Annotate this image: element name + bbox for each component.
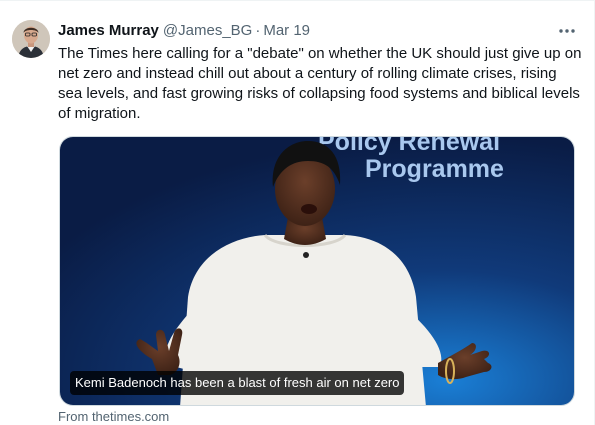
separator-dot: · (255, 22, 261, 39)
link-source[interactable]: From thetimes.com (58, 409, 169, 424)
backdrop-text-line2: Programme (365, 155, 504, 183)
tweet-header: James Murray @James_BG · Mar 19 (58, 22, 310, 42)
card-headline: Kemi Badenoch has been a blast of fresh … (70, 371, 405, 395)
user-handle[interactable]: @James_BG (163, 22, 252, 39)
more-options-button[interactable] (555, 21, 579, 41)
display-name[interactable]: James Murray (58, 22, 159, 39)
tweet[interactable]: James Murray @James_BG · Mar 19 The Time… (0, 0, 595, 425)
avatar[interactable] (12, 20, 50, 58)
more-horizontal-icon (559, 29, 575, 33)
tweet-text: The Times here calling for a "debate" on… (58, 45, 582, 122)
card-image: Policy Renewal Programme (60, 137, 574, 405)
tweet-date[interactable]: Mar 19 (263, 22, 310, 39)
link-card[interactable]: Policy Renewal Programme Kemi Badenoch h… (59, 136, 575, 406)
avatar-image (12, 20, 50, 58)
backdrop-text-line1: Policy Renewal (318, 137, 500, 156)
